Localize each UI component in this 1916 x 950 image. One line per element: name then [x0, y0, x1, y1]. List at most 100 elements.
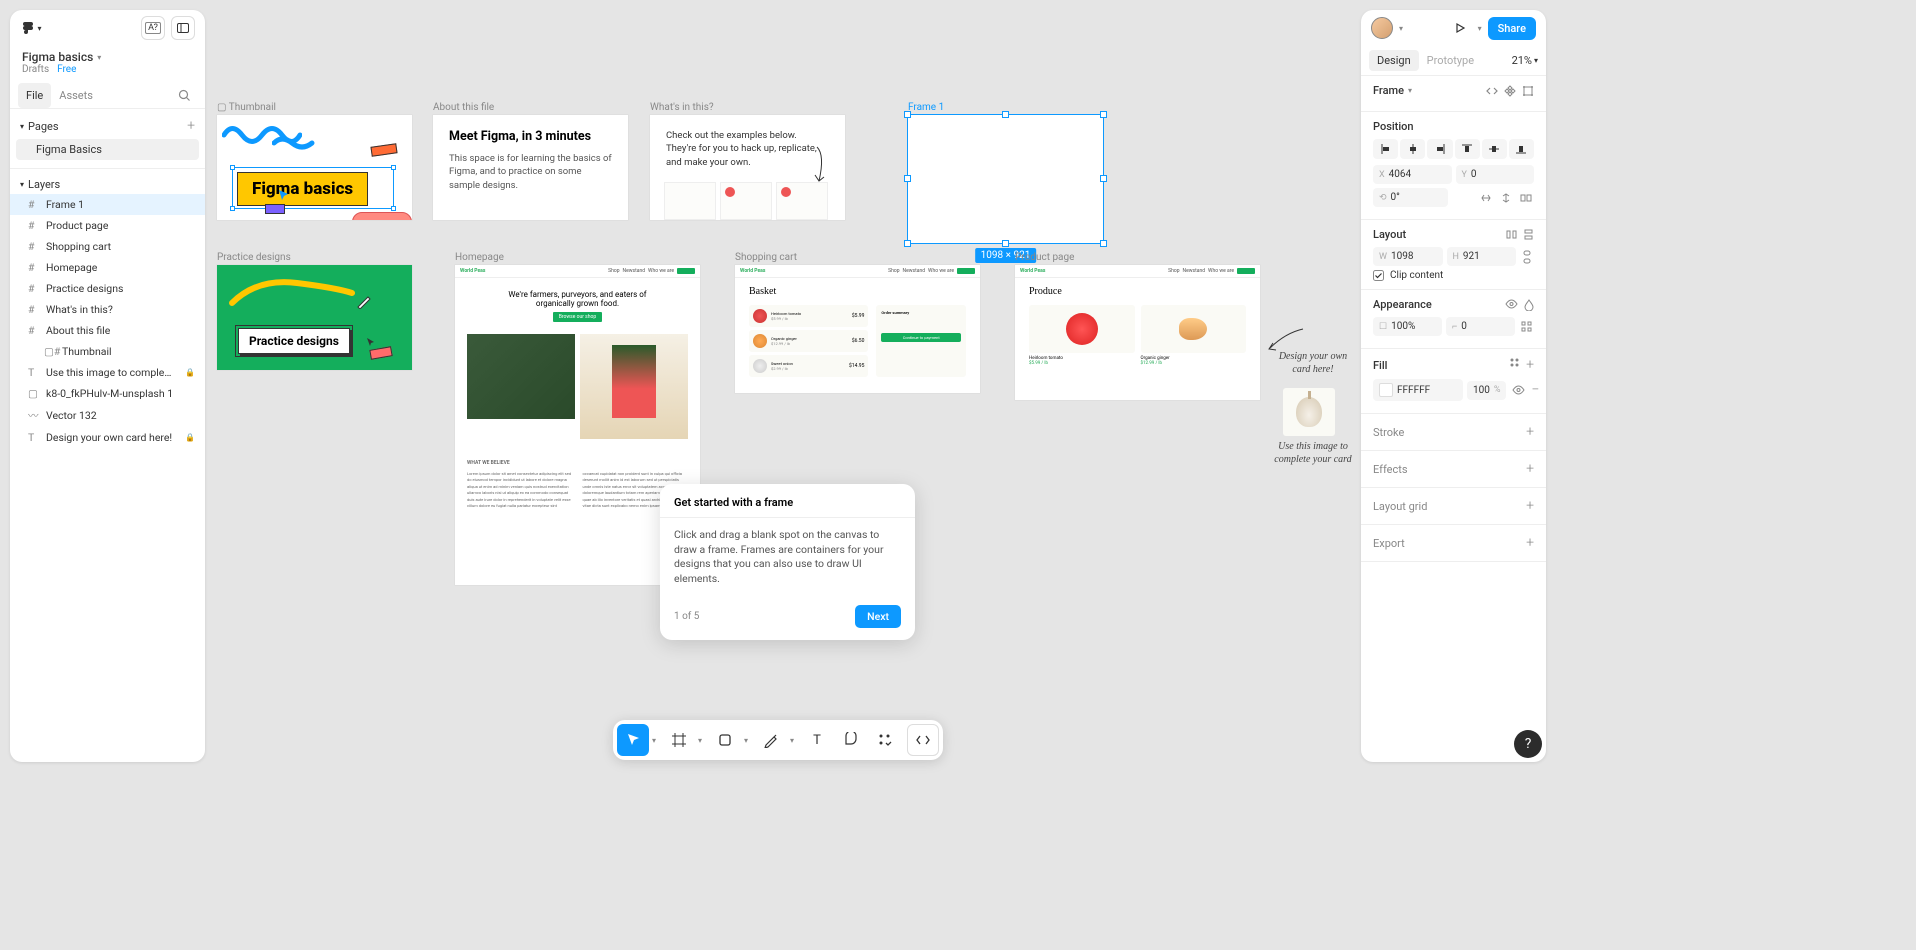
add-export-icon[interactable]: + — [1526, 535, 1534, 551]
layer-vector-132[interactable]: 〰Vector 132 — [10, 404, 205, 427]
layer-practice-designs[interactable]: #Practice designs — [10, 278, 205, 299]
tooltip-next-button[interactable]: Next — [855, 605, 901, 628]
layout-grid-section[interactable]: Layout grid+ — [1361, 488, 1546, 525]
pen-tool[interactable] — [755, 724, 787, 756]
align-bottom-icon[interactable] — [1509, 139, 1534, 159]
layers-header[interactable]: ▾Layers — [10, 175, 205, 194]
tab-assets[interactable]: Assets — [51, 83, 101, 108]
frame-about[interactable]: Meet Figma, in 3 minutes This space is f… — [433, 115, 628, 220]
component-icon[interactable] — [1504, 85, 1516, 97]
code-icon[interactable] — [1486, 85, 1498, 97]
onion-image[interactable] — [1283, 388, 1335, 436]
frame-sel-icon[interactable] — [1522, 85, 1534, 97]
x-input[interactable]: X4064 — [1373, 165, 1452, 184]
present-button[interactable] — [1448, 16, 1472, 40]
layer-k8-0-fkphulv-m-unsplash-1[interactable]: ▢k8-0_fkPHulv-M-unsplash 1 — [10, 383, 205, 404]
comment-tool[interactable] — [835, 724, 867, 756]
export-section[interactable]: Export+ — [1361, 525, 1546, 562]
rotation-input[interactable]: ⟲0° — [1373, 188, 1448, 207]
breadcrumb-free[interactable]: Free — [57, 64, 76, 75]
align-left-icon[interactable] — [1373, 139, 1398, 159]
frame-whats[interactable]: Check out the examples below. They're fo… — [650, 115, 845, 220]
layer-shopping-cart[interactable]: #Shopping cart — [10, 236, 205, 257]
blend-icon[interactable] — [1524, 299, 1534, 311]
align-vcenter-icon[interactable] — [1482, 139, 1507, 159]
page-item[interactable]: Figma Basics — [16, 139, 199, 160]
tab-file[interactable]: File — [18, 83, 51, 108]
frame-thumbnail[interactable]: Figma basics — [217, 115, 412, 220]
frame-label-homepage[interactable]: Homepage — [455, 252, 504, 263]
align-hcenter-icon[interactable] — [1400, 139, 1425, 159]
frame-label-whats[interactable]: What's in this? — [650, 102, 714, 113]
layer-thumbnail[interactable]: ▢#Thumbnail — [10, 341, 205, 362]
layer-use-this-image-to-comple-[interactable]: TUse this image to comple…🔒 — [10, 362, 205, 383]
frame-label-about[interactable]: About this file — [433, 102, 494, 113]
frame-product[interactable]: World PeasShopNewstandWho we are Produce… — [1015, 265, 1260, 400]
add-effects-icon[interactable]: + — [1526, 461, 1534, 477]
move-tool[interactable] — [617, 724, 649, 756]
layer-design-your-own-card-here-[interactable]: TDesign your own card here!🔒 — [10, 427, 205, 448]
frame-tool-chevron[interactable]: ▾ — [697, 736, 707, 745]
move-tool-chevron[interactable]: ▾ — [651, 736, 661, 745]
breadcrumb-drafts[interactable]: Drafts — [22, 64, 49, 75]
frame-practice[interactable]: Practice designs — [217, 265, 412, 370]
fill-remove-icon[interactable]: − — [1531, 382, 1539, 398]
flip-v-icon[interactable] — [1498, 190, 1514, 206]
tab-prototype[interactable]: Prototype — [1419, 50, 1482, 71]
radius-detail-icon[interactable] — [1519, 319, 1534, 334]
layer-homepage[interactable]: #Homepage — [10, 257, 205, 278]
dev-mode-tool[interactable] — [907, 724, 939, 756]
constrain-icon[interactable] — [1520, 248, 1534, 266]
fill-visibility-icon[interactable] — [1510, 383, 1527, 397]
actions-tool[interactable] — [869, 724, 901, 756]
flip-h-icon[interactable] — [1478, 190, 1494, 206]
align-top-icon[interactable] — [1455, 139, 1480, 159]
autolayout-h-icon[interactable] — [1506, 229, 1517, 240]
panel-toggle-button[interactable] — [171, 16, 195, 40]
add-grid-icon[interactable]: + — [1526, 498, 1534, 514]
add-stroke-icon[interactable]: + — [1526, 424, 1534, 440]
a-question-button[interactable]: A? — [141, 16, 165, 40]
width-input[interactable]: W1098 — [1373, 247, 1443, 266]
file-title[interactable]: Figma basics▾ — [10, 46, 205, 64]
pages-header[interactable]: ▾Pages + — [10, 115, 205, 137]
frame-label-frame1[interactable]: Frame 1 — [908, 102, 944, 113]
styles-icon[interactable] — [1509, 357, 1520, 373]
layer-frame-1[interactable]: #Frame 1 — [10, 194, 205, 215]
avatar[interactable] — [1371, 17, 1393, 39]
zoom-control[interactable]: 21%▾ — [1512, 54, 1538, 67]
pen-tool-chevron[interactable]: ▾ — [789, 736, 799, 745]
shape-tool-chevron[interactable]: ▾ — [743, 736, 753, 745]
radius-input[interactable]: ⌐0 — [1446, 317, 1515, 336]
opacity-input[interactable]: ☐100% — [1373, 317, 1442, 336]
more-pos-icon[interactable] — [1518, 190, 1534, 206]
canvas[interactable]: ▢ Thumbnail Figma basics About this file… — [215, 10, 1351, 762]
layer-about-this-file[interactable]: #About this file — [10, 320, 205, 341]
share-button[interactable]: Share — [1488, 17, 1536, 40]
visibility-icon[interactable] — [1505, 299, 1518, 311]
frame-label-practice[interactable]: Practice designs — [217, 252, 291, 263]
y-input[interactable]: Y0 — [1456, 165, 1535, 184]
help-button[interactable]: ? — [1514, 730, 1542, 758]
frame-label-cart[interactable]: Shopping cart — [735, 252, 797, 263]
fill-color-input[interactable]: FFFFFF — [1373, 379, 1463, 401]
autolayout-v-icon[interactable] — [1523, 229, 1534, 240]
add-fill-icon[interactable]: + — [1526, 357, 1534, 373]
layer-product-page[interactable]: #Product page — [10, 215, 205, 236]
frame-tool[interactable] — [663, 724, 695, 756]
clip-content-checkbox[interactable]: Clip content — [1373, 270, 1534, 281]
frame-frame1[interactable]: 1098 × 921 — [908, 115, 1103, 243]
frame-label-thumbnail[interactable]: ▢ Thumbnail — [217, 102, 276, 113]
effects-section[interactable]: Effects+ — [1361, 451, 1546, 488]
shape-tool[interactable] — [709, 724, 741, 756]
frame-label-product[interactable]: Product page — [1015, 252, 1074, 263]
frame-cart[interactable]: World PeasShopNewstandWho we are Basket … — [735, 265, 980, 393]
add-page-icon[interactable]: + — [187, 118, 195, 134]
frame-dropdown[interactable]: Frame▾ — [1373, 84, 1412, 97]
search-icon[interactable] — [172, 83, 197, 108]
figma-menu-button[interactable]: ▾ — [20, 16, 44, 40]
align-right-icon[interactable] — [1427, 139, 1452, 159]
layer-what-s-in-this-[interactable]: #What's in this? — [10, 299, 205, 320]
tab-design[interactable]: Design — [1369, 50, 1419, 71]
stroke-section[interactable]: Stroke+ — [1361, 414, 1546, 451]
